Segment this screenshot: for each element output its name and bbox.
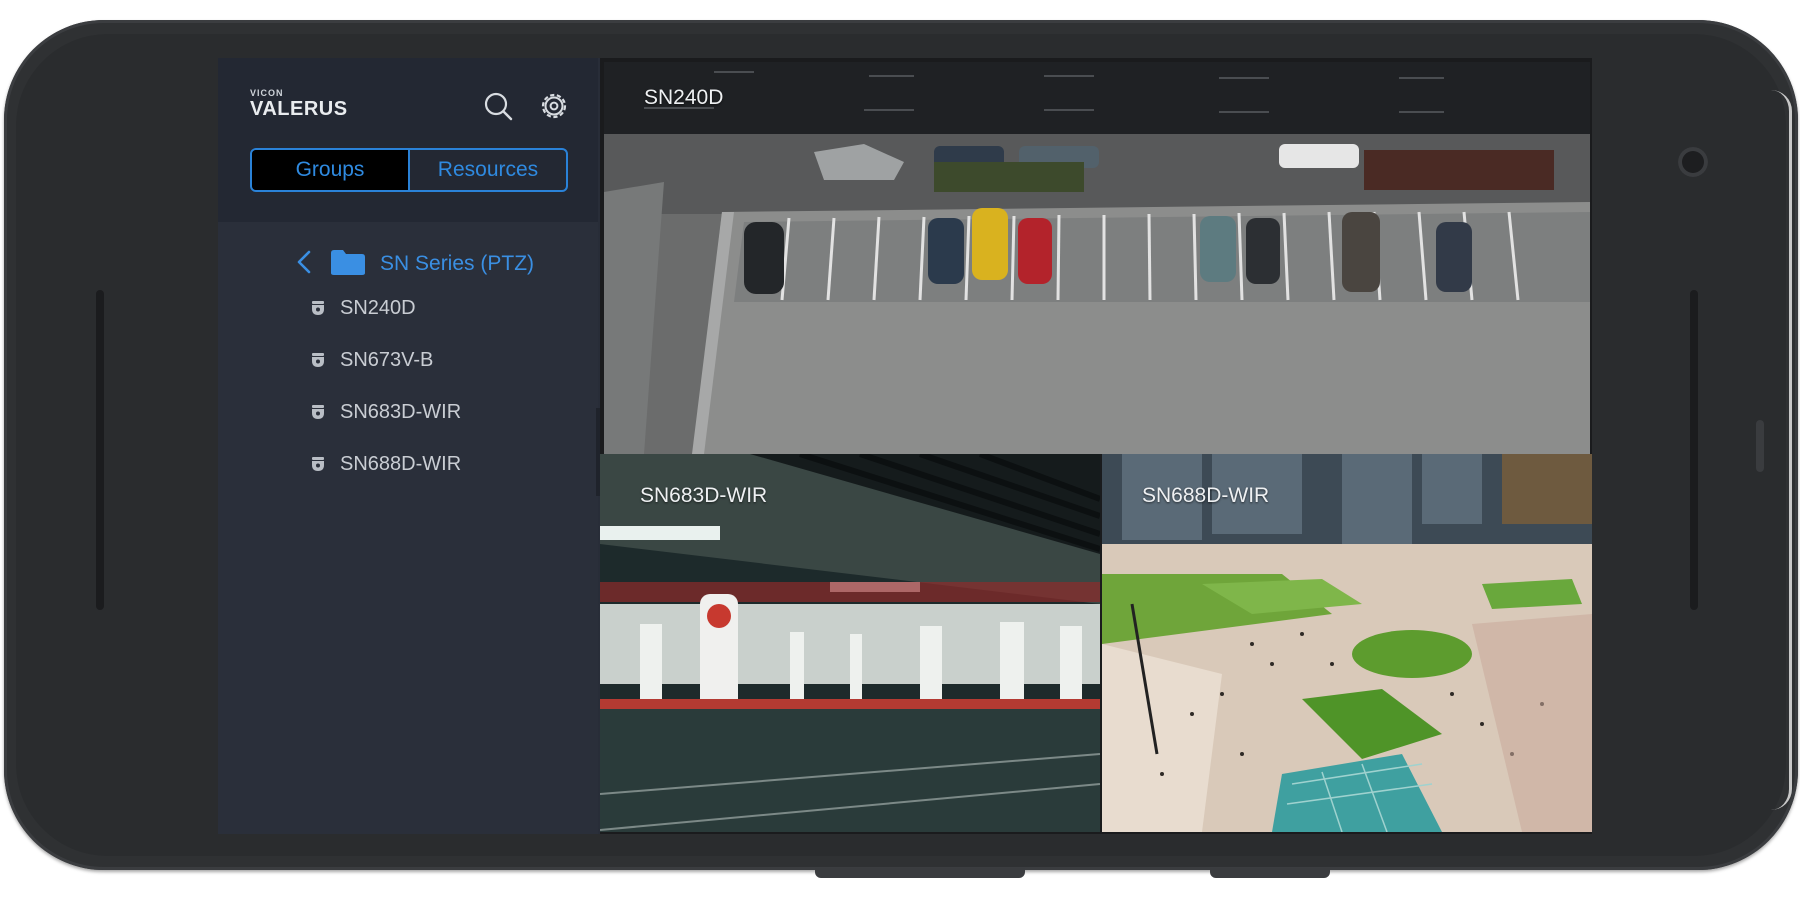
- product-name: VALERUS: [250, 98, 348, 120]
- camera-feed-plaza: [1102, 454, 1592, 832]
- back-button[interactable]: [296, 249, 312, 280]
- view-switcher: Groups Resources: [250, 148, 568, 192]
- video-tile-sn240d[interactable]: SN240D: [604, 62, 1590, 454]
- camera-item-sn683d-wir[interactable]: SN683D-WIR: [310, 394, 461, 430]
- dome-camera-icon: [312, 457, 324, 471]
- camera-item-sn240d[interactable]: SN240D: [310, 290, 416, 326]
- tab-resources[interactable]: Resources: [410, 150, 566, 190]
- tile-label: SN240D: [644, 86, 724, 109]
- camera-feed-garage: [600, 454, 1100, 832]
- dome-camera-icon: [312, 301, 324, 315]
- search-icon: [484, 92, 513, 121]
- camera-label: SN240D: [340, 296, 416, 319]
- folder-label: SN Series (PTZ): [380, 252, 535, 275]
- camera-label: SN688D-WIR: [340, 452, 462, 475]
- video-tile-sn683d-wir[interactable]: SN683D-WIR: [600, 454, 1100, 832]
- tab-groups[interactable]: Groups: [252, 150, 408, 190]
- phone-side-button: [815, 868, 1025, 878]
- folder-row[interactable]: SN Series (PTZ): [296, 244, 534, 284]
- tile-label: SN683D-WIR: [640, 484, 768, 507]
- camera-label: SN683D-WIR: [340, 400, 462, 423]
- gear-icon: [541, 93, 567, 119]
- phone-speaker-slot: [96, 290, 104, 610]
- sidebar: VICON VALERUS Groups Resources SN Series…: [218, 58, 598, 834]
- phone-side-button: [1210, 868, 1330, 878]
- chevron-left-icon: [297, 250, 311, 273]
- front-camera: [1678, 147, 1708, 177]
- brand-name: VICON: [250, 88, 284, 98]
- phone-side-button: [1756, 420, 1764, 472]
- camera-label: SN673V-B: [340, 348, 434, 371]
- dome-camera-icon: [312, 353, 324, 367]
- camera-item-sn688d-wir[interactable]: SN688D-WIR: [310, 446, 461, 482]
- app-screen: VICON VALERUS Groups Resources SN Series…: [218, 58, 1592, 834]
- video-tile-sn688d-wir[interactable]: SN688D-WIR: [1102, 454, 1592, 832]
- search-button[interactable]: [480, 88, 516, 124]
- sidebar-header: VICON VALERUS Groups Resources: [218, 58, 598, 222]
- camera-item-sn673v-b[interactable]: SN673V-B: [310, 342, 433, 378]
- phone-edge: [1771, 90, 1792, 810]
- settings-button[interactable]: [536, 88, 572, 124]
- app-logo: VICON VALERUS: [250, 88, 348, 121]
- camera-feed-parking-lot: [604, 62, 1590, 454]
- folder-icon: [330, 248, 366, 281]
- phone-speaker-slot: [1690, 290, 1698, 610]
- dome-camera-icon: [312, 405, 324, 419]
- tile-label: SN688D-WIR: [1142, 484, 1270, 507]
- video-wall: SN240D SN683D-WIR SN688D-WIR: [600, 58, 1592, 834]
